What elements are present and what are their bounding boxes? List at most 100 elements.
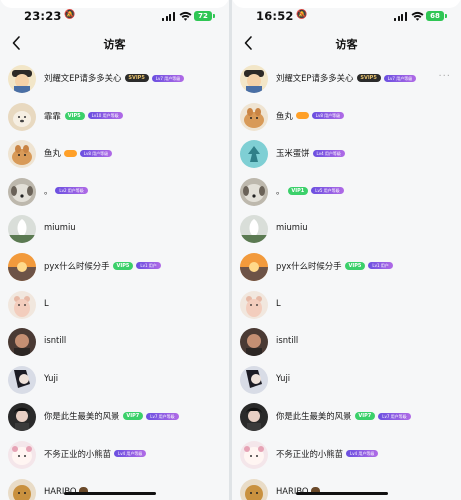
vip-badge: VIP7 (123, 412, 144, 421)
visitor-row[interactable]: Yuji (0, 363, 229, 401)
visitor-row[interactable]: 刘耀文EP请多多关心 SVIP5 Lv7 用户等级 ··· (232, 62, 461, 100)
level-badge: Lv4 用户等级 (114, 450, 147, 458)
visitor-row[interactable]: pyx什么时候分手 VIP5 Lv1 用户 (232, 250, 461, 288)
svip-badge: SVIP5 (357, 74, 381, 82)
level-badge: Lv2 用户等级 (55, 187, 88, 195)
level-badge: Lv8 用户等级 (311, 112, 345, 120)
level-badge: Lv4 用户等级 (312, 149, 345, 157)
left-screen: 23:23 🔕 72 访客 刘耀文EP请多多关心 SVIP5 Lv7 用户等级 … (0, 0, 229, 500)
visitor-name: 鱼丸 (44, 148, 61, 159)
visitor-row[interactable]: 。 VIP1 Lv5 用户等级 (232, 175, 461, 213)
visitor-name: miumiu (276, 222, 308, 233)
level-badge: Lv7 用户等级 (383, 74, 417, 82)
vip-badge: VIP5 (345, 261, 366, 270)
visitor-name: isntill (276, 335, 299, 346)
visitor-row[interactable]: 刘耀文EP请多多关心 SVIP5 Lv7 用户等级 (0, 62, 229, 100)
avatar[interactable] (240, 215, 268, 244)
visitor-row[interactable]: 鱼丸 Lv8 用户等级 (232, 100, 461, 138)
visitor-name: isntill (44, 335, 67, 346)
visitor-list: 刘耀文EP请多多关心 SVIP5 Lv7 用户等级 霏霏 VIP5 Lv10 用… (0, 62, 229, 500)
status-time: 16:52 (256, 9, 294, 23)
avatar[interactable] (240, 403, 268, 432)
avatar[interactable] (240, 290, 268, 319)
avatar[interactable] (8, 102, 36, 131)
avatar[interactable] (8, 478, 36, 500)
visitor-name: L (44, 297, 49, 308)
avatar[interactable] (240, 478, 268, 500)
visitor-row[interactable]: miumiu (232, 212, 461, 250)
screenshot-stage: 23:23 🔕 72 访客 刘耀文EP请多多关心 SVIP5 Lv7 用户等级 … (0, 0, 461, 500)
avatar[interactable] (240, 365, 268, 394)
visitor-name: pyx什么时候分手 (44, 260, 110, 271)
visitor-name: 不务正业的小熊苗 (276, 448, 343, 459)
battery-indicator: 68 (426, 11, 447, 21)
visitor-row[interactable]: 你是此生最美的风景 VIP7 Lv7 用户等级 (0, 400, 229, 438)
avatar[interactable] (8, 140, 36, 169)
visitor-row[interactable]: Yuji (232, 363, 461, 401)
avatar[interactable] (8, 440, 36, 469)
page-title: 访客 (335, 38, 358, 51)
avatar[interactable] (8, 328, 36, 357)
avatar[interactable] (240, 140, 268, 169)
avatar[interactable] (8, 403, 36, 432)
visitor-list: 刘耀文EP请多多关心 SVIP5 Lv7 用户等级 ··· 鱼丸 Lv8 用户等… (232, 62, 461, 500)
more-dots-icon[interactable]: ··· (438, 71, 451, 82)
level-badge: Lv5 用户等级 (311, 187, 344, 195)
avatar[interactable] (240, 252, 268, 281)
visitor-name: miumiu (44, 222, 76, 233)
level-badge: Lv10 用户等级 (87, 112, 123, 120)
visitor-row[interactable]: 霏霏 VIP5 Lv10 用户等级 (0, 100, 229, 138)
visitor-name: 你是此生最美的风景 (44, 411, 120, 422)
visitor-row[interactable]: HARIBO (232, 476, 461, 500)
avatar[interactable] (240, 177, 268, 206)
status-time: 23:23 (24, 9, 62, 23)
avatar[interactable] (8, 365, 36, 394)
orange-badge (63, 149, 77, 157)
level-badge: Lv8 用户等级 (79, 149, 113, 157)
avatar[interactable] (240, 65, 268, 93)
level-badge: Lv7 用户等级 (378, 412, 411, 420)
level-badge: Lv7 用户等级 (146, 412, 179, 420)
avatar[interactable] (8, 177, 36, 206)
visitor-name: 不务正业的小熊苗 (44, 448, 111, 459)
visitor-row[interactable]: L (232, 288, 461, 326)
avatar[interactable] (8, 290, 36, 319)
visitor-name: 刘耀文EP请多多关心 (276, 73, 354, 83)
visitor-row[interactable]: 你是此生最美的风景 VIP7 Lv7 用户等级 (232, 400, 461, 438)
level-badge: Lv1 用户 (368, 262, 393, 270)
visitor-row[interactable]: L (0, 288, 229, 326)
avatar[interactable] (240, 102, 268, 131)
visitor-row[interactable]: 。 Lv2 用户等级 (0, 175, 229, 213)
bell-slash-icon: 🔕 (296, 10, 308, 20)
avatar[interactable] (8, 65, 36, 93)
visitor-name: 你是此生最美的风景 (276, 411, 352, 422)
orange-badge (295, 112, 309, 120)
level-badge: Lv4 用户等级 (346, 450, 379, 458)
visitor-row[interactable]: 不务正业的小熊苗 Lv4 用户等级 (0, 438, 229, 476)
top-sheet-edge (232, 0, 461, 8)
wifi-icon (179, 11, 192, 21)
cellular-signal-icon (394, 12, 407, 21)
visitor-row[interactable]: 不务正业的小熊苗 Lv4 用户等级 (232, 438, 461, 476)
visitor-row[interactable]: 玉米蛋饼 Lv4 用户等级 (232, 137, 461, 175)
visitor-row[interactable]: 鱼丸 Lv8 用户等级 (0, 137, 229, 175)
visitor-name: 霏霏 (44, 110, 61, 121)
visitor-row[interactable]: isntill (232, 325, 461, 363)
visitor-row[interactable]: pyx什么时候分手 VIP5 Lv1 用户 (0, 250, 229, 288)
visitor-row[interactable]: HARIBO (0, 476, 229, 500)
visitor-row[interactable]: isntill (0, 325, 229, 363)
avatar[interactable] (240, 440, 268, 469)
home-indicator[interactable] (64, 491, 156, 495)
avatar[interactable] (8, 215, 36, 244)
status-bar: 16:52 🔕 68 (232, 9, 461, 25)
level-badge: Lv1 用户 (136, 262, 161, 270)
bell-slash-icon: 🔕 (64, 10, 76, 20)
avatar[interactable] (240, 328, 268, 357)
visitor-row[interactable]: miumiu (0, 212, 229, 250)
vip-badge: VIP1 (288, 186, 309, 195)
vip-badge: VIP7 (355, 412, 376, 421)
home-indicator[interactable] (296, 491, 388, 495)
avatar[interactable] (8, 252, 36, 281)
visitor-name: Yuji (276, 372, 291, 383)
right-screen: 16:52 🔕 68 访客 刘耀文EP请多多关心 SVIP5 Lv7 用户等级 … (232, 0, 461, 500)
